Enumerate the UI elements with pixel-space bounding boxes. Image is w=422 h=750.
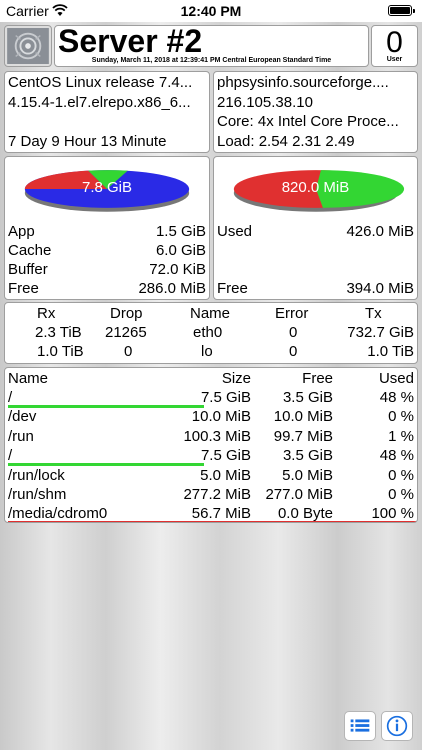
memory-free-value: 286.0 MiB [138, 280, 206, 297]
fs-used: 0 % [388, 486, 414, 503]
fs-size: 5.0 MiB [200, 466, 251, 484]
fs-size: 277.2 MiB [183, 486, 251, 503]
fs-name: /run/lock [8, 466, 65, 484]
network-table: Rx Drop Name Error Tx 2.3 TiB 21265 eth0… [4, 302, 418, 364]
net-header-rx: Rx [37, 305, 56, 322]
swap-used-value: 426.0 MiB [346, 223, 414, 240]
server-logo-icon [7, 28, 49, 64]
net-header-name: Name [190, 305, 231, 322]
fs-size: 10.0 MiB [191, 408, 251, 426]
memory-panel: 7.8 GiB App 1.5 GiB Cache 6.0 GiB Buffer 72… [4, 156, 210, 300]
memory-buffer-label: Buffer [8, 261, 48, 278]
fs-free: 5.0 MiB [282, 466, 333, 484]
net-iface: lo [201, 343, 213, 360]
fs-size: 100.3 MiB [183, 427, 251, 445]
swap-total: 820.0 MiB [281, 179, 350, 196]
filesystem-table: Name Size Free Used / 7.5 GiB 3.5 GiB 48 % /… [4, 367, 418, 523]
fs-used: 48 % [379, 447, 414, 465]
fs-free: 0.0 Byte [277, 505, 333, 523]
fs-header-used: Used [378, 370, 414, 387]
system-info-panel: CentOS Linux release 7.4... 4.15.4-1.el7… [4, 71, 210, 153]
swap-free-value: 394.0 MiB [346, 280, 414, 297]
net-iface: eth0 [193, 324, 223, 341]
net-rx: 1.0 TiB [37, 343, 84, 360]
uptime: 7 Day 9 Hour 13 Minute [8, 133, 167, 150]
server-title-box: Server #2 Sunday, March 11, 2018 at 12:3… [54, 25, 369, 67]
server-timestamp: Sunday, March 11, 2018 at 12:39:41 PM Ce… [91, 57, 332, 64]
memory-total: 7.8 GiB [81, 179, 133, 196]
users-count: 0 [386, 26, 403, 59]
battery-icon [388, 5, 415, 16]
net-drop: 0 [124, 343, 133, 360]
memory-buffer-value: 72.0 KiB [149, 261, 206, 278]
fs-used: 100 % [371, 505, 414, 523]
fs-used: 0 % [388, 466, 414, 484]
fs-used: 1 % [388, 427, 414, 445]
fs-free: 277.0 MiB [265, 486, 333, 503]
fs-usage-bar [8, 405, 204, 408]
net-tx: 1.0 TiB [367, 343, 414, 360]
status-time: 12:40 PM [180, 3, 242, 19]
fs-name: /dev [8, 408, 37, 426]
memory-cache-value: 6.0 GiB [155, 242, 206, 259]
ip-address: 216.105.38.10 [217, 94, 313, 111]
swap-panel: 820.0 MiB Used 426.0 MiB Free 394.0 MiB [213, 156, 418, 300]
swap-free-label: Free [217, 280, 248, 297]
net-error: 0 [289, 343, 298, 360]
memory-app-value: 1.5 GiB [155, 223, 206, 240]
fs-header-size: Size [221, 370, 251, 387]
list-view-button[interactable] [344, 711, 376, 741]
memory-app-label: App [8, 223, 35, 240]
memory-cache-label: Cache [8, 242, 52, 259]
fs-name: / [8, 447, 13, 465]
kernel-version: 4.15.4-1.el7.elrepo.x86_6... [8, 94, 191, 111]
cpu-info: Core: 4x Intel Core Proce... [217, 113, 399, 130]
net-header-error: Error [275, 305, 309, 322]
users-label: User [386, 56, 403, 63]
swap-used-label: Used [217, 223, 253, 240]
status-bar: Carrier 12:40 PM [0, 0, 422, 22]
fs-free: 3.5 GiB [282, 389, 333, 406]
net-drop: 21265 [105, 324, 147, 341]
fs-name: /run/shm [8, 486, 67, 503]
info-button[interactable] [381, 711, 413, 741]
host-info-panel: phpsysinfo.sourceforge.... 216.105.38.10… [213, 71, 418, 153]
list-icon [350, 719, 370, 732]
fs-size: 56.7 MiB [191, 505, 251, 523]
load-average: Load: 2.54 2.31 2.49 [217, 133, 355, 150]
net-header-drop: Drop [110, 305, 143, 322]
fs-header-free: Free [302, 370, 333, 387]
net-error: 0 [289, 324, 298, 341]
server-logo[interactable] [4, 25, 52, 67]
fs-name: /media/cdrom0 [8, 505, 108, 523]
fs-name: /run [8, 427, 34, 445]
fs-free: 3.5 GiB [282, 447, 333, 465]
net-rx: 2.3 TiB [35, 324, 82, 341]
fs-size: 7.5 GiB [200, 447, 251, 465]
fs-free: 99.7 MiB [273, 427, 333, 445]
users-box: 0 User [371, 25, 418, 67]
fs-used: 0 % [388, 408, 414, 426]
fs-used: 48 % [379, 389, 414, 406]
fs-header-name: Name [8, 370, 49, 387]
memory-free-label: Free [8, 280, 39, 297]
net-tx: 732.7 GiB [347, 324, 414, 341]
server-name: Server #2 [58, 25, 203, 59]
net-header-tx: Tx [365, 305, 382, 322]
info-icon [386, 715, 408, 737]
os-release: CentOS Linux release 7.4... [8, 74, 193, 91]
fs-size: 7.5 GiB [200, 389, 251, 406]
fs-free: 10.0 MiB [273, 408, 333, 426]
fs-name: / [8, 389, 13, 406]
hostname: phpsysinfo.sourceforge.... [217, 74, 389, 91]
fs-usage-bar [8, 521, 416, 522]
